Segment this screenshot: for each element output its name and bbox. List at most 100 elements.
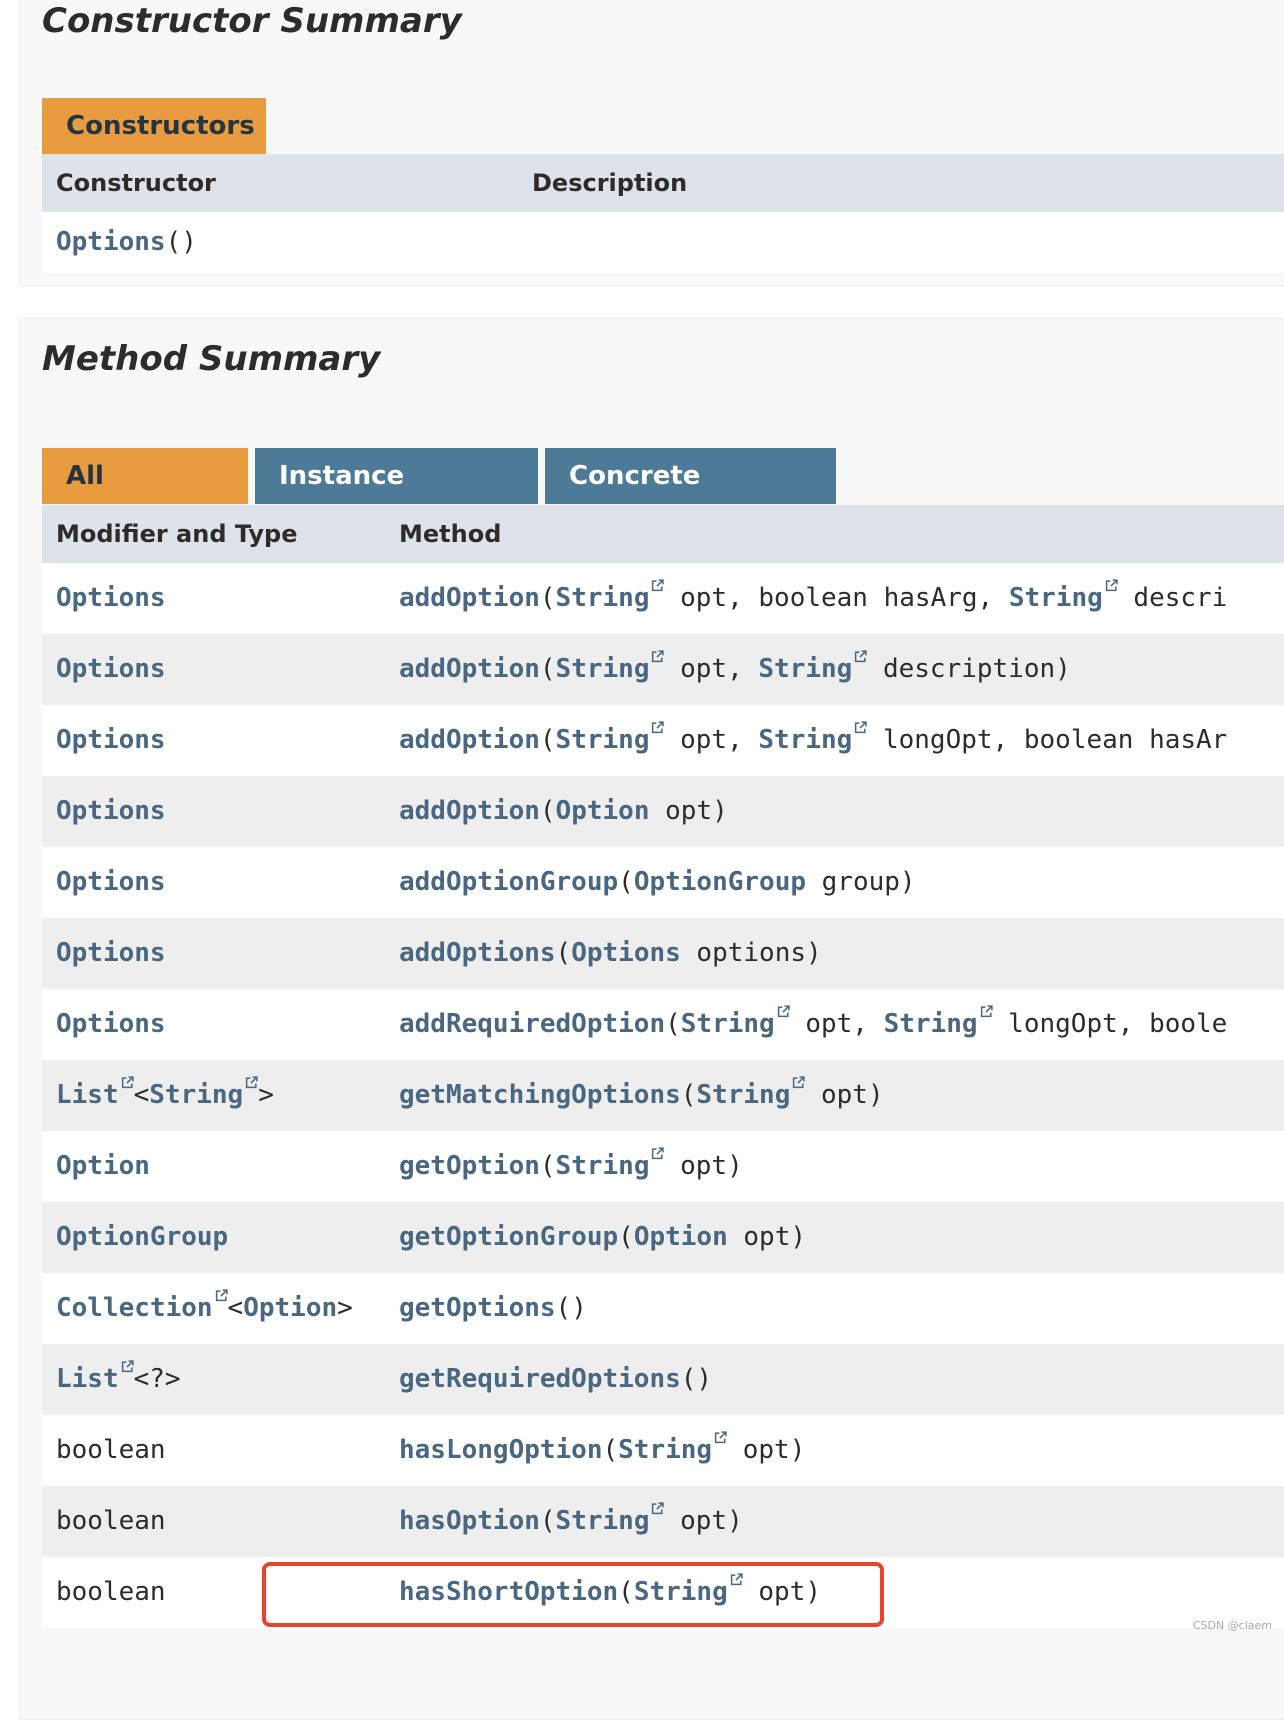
code-text: longOpt, boole bbox=[992, 1009, 1228, 1039]
modifier-type-cell: Options bbox=[56, 918, 166, 989]
link-options[interactable]: Options bbox=[56, 796, 166, 826]
link-string[interactable]: String bbox=[681, 1009, 775, 1039]
modifier-type-cell: Options bbox=[56, 847, 166, 918]
modifier-type-cell: Options bbox=[56, 989, 166, 1060]
code-text: > bbox=[337, 1293, 353, 1323]
link-getoptiongroup[interactable]: getOptionGroup bbox=[399, 1222, 618, 1252]
link-getoption[interactable]: getOption bbox=[399, 1151, 540, 1181]
code-text: description) bbox=[867, 654, 1071, 684]
table-row: Options addOptions(Options options) bbox=[42, 918, 1284, 989]
link-options[interactable]: Options bbox=[56, 725, 166, 755]
link-string[interactable]: String bbox=[556, 1506, 650, 1536]
link-addoption[interactable]: addOption bbox=[399, 583, 540, 613]
link-getrequiredoptions[interactable]: getRequiredOptions bbox=[399, 1364, 681, 1394]
link-options[interactable]: Options bbox=[56, 654, 166, 684]
link-list[interactable]: List bbox=[56, 1364, 119, 1394]
table-row: Options addOption(Option opt) bbox=[42, 776, 1284, 847]
link-string[interactable]: String bbox=[1009, 583, 1103, 613]
column-header-constructor: Constructor bbox=[56, 169, 216, 197]
link-string[interactable]: String bbox=[758, 725, 852, 755]
link-optiongroup[interactable]: OptionGroup bbox=[56, 1222, 228, 1252]
link-addoption[interactable]: addOption bbox=[399, 654, 540, 684]
column-header-method: Method bbox=[399, 520, 502, 548]
column-header-modifier-and-type: Modifier and Type bbox=[56, 520, 298, 548]
link-option[interactable]: Option bbox=[634, 1222, 728, 1252]
code-text: ( bbox=[618, 867, 634, 897]
external-link-icon bbox=[793, 1076, 806, 1089]
method-cell: addRequiredOption(String opt, String lon… bbox=[399, 989, 1227, 1060]
link-string[interactable]: String bbox=[884, 1009, 978, 1039]
method-cell: addOption(Option opt) bbox=[399, 776, 728, 847]
link-string[interactable]: String bbox=[556, 583, 650, 613]
link-addoption[interactable]: addOption bbox=[399, 796, 540, 826]
link-optiongroup[interactable]: OptionGroup bbox=[634, 867, 806, 897]
code-text: () bbox=[680, 1364, 713, 1394]
link-options[interactable]: Options bbox=[571, 938, 681, 968]
external-link-icon bbox=[652, 1147, 665, 1160]
external-link-icon bbox=[215, 1289, 228, 1302]
link-addoptions[interactable]: addOptions bbox=[399, 938, 556, 968]
table-row: boolean hasOption(String opt) bbox=[42, 1486, 1284, 1557]
link-options[interactable]: Options bbox=[56, 583, 166, 613]
constructor-cell: Options() bbox=[56, 212, 197, 273]
link-options[interactable]: Options bbox=[56, 227, 166, 257]
modifier-type-cell: List <?> bbox=[56, 1344, 181, 1415]
table-row: Options addRequiredOption(String opt, Str… bbox=[42, 989, 1284, 1060]
link-string[interactable]: String bbox=[696, 1080, 790, 1110]
code-text: opt) bbox=[649, 796, 728, 826]
link-string[interactable]: String bbox=[758, 654, 852, 684]
method-cell: getMatchingOptions(String opt) bbox=[399, 1060, 884, 1131]
link-option[interactable]: Option bbox=[56, 1151, 150, 1181]
external-link-icon bbox=[855, 721, 867, 734]
link-list[interactable]: List bbox=[56, 1080, 119, 1110]
column-header-description: Description bbox=[532, 169, 688, 197]
link-options[interactable]: Options bbox=[56, 938, 166, 968]
code-text: opt) bbox=[664, 1506, 743, 1536]
link-getmatchingoptions[interactable]: getMatchingOptions bbox=[399, 1080, 681, 1110]
method-cell: hasOption(String opt) bbox=[399, 1486, 743, 1557]
link-collection[interactable]: Collection bbox=[56, 1293, 213, 1323]
method-summary-title: Method Summary bbox=[42, 339, 381, 379]
link-haslongoption[interactable]: hasLongOption bbox=[399, 1435, 603, 1465]
code-text: () bbox=[165, 227, 197, 257]
method-summary-section: Method Summary All Methods Instance Meth… bbox=[19, 318, 1284, 1720]
link-hasoption[interactable]: hasOption bbox=[399, 1506, 540, 1536]
code-text: ( bbox=[539, 1506, 556, 1536]
link-getoptions[interactable]: getOptions bbox=[399, 1293, 556, 1323]
link-addoption[interactable]: addOption bbox=[399, 725, 540, 755]
table-row: boolean hasLongOption(String opt) bbox=[42, 1415, 1284, 1486]
highlight-box bbox=[262, 1562, 884, 1627]
method-table-header: Modifier and Type Method bbox=[42, 505, 1284, 563]
link-string[interactable]: String bbox=[149, 1080, 243, 1110]
tab-constructors[interactable]: Constructors bbox=[42, 98, 266, 154]
code-text: ( bbox=[665, 1009, 681, 1039]
tab-all-methods[interactable]: All Methods bbox=[42, 448, 248, 547]
link-addoptiongroup[interactable]: addOptionGroup bbox=[399, 867, 618, 897]
method-cell: getRequiredOptions() bbox=[399, 1344, 712, 1415]
link-string[interactable]: String bbox=[556, 725, 650, 755]
modifier-type-cell: boolean bbox=[56, 1415, 166, 1486]
code-text: () bbox=[555, 1293, 587, 1323]
method-cell: getOptions() bbox=[399, 1273, 587, 1344]
link-options[interactable]: Options bbox=[56, 867, 166, 897]
link-options[interactable]: Options bbox=[56, 1009, 166, 1039]
link-addrequiredoption[interactable]: addRequiredOption bbox=[399, 1009, 665, 1039]
code-text: descri bbox=[1117, 583, 1228, 613]
link-string[interactable]: String bbox=[556, 1151, 650, 1181]
modifier-type-cell: boolean bbox=[56, 1486, 166, 1557]
tab-concrete-methods[interactable]: Concrete Methods bbox=[545, 448, 836, 547]
link-string[interactable]: String bbox=[556, 654, 650, 684]
modifier-type-cell: Options bbox=[56, 776, 166, 847]
code-text: group) bbox=[806, 867, 916, 897]
link-option[interactable]: Option bbox=[243, 1293, 337, 1323]
method-cell: getOption(String opt) bbox=[399, 1131, 743, 1202]
code-text: ( bbox=[539, 1151, 556, 1181]
code-text: opt) bbox=[727, 1222, 807, 1252]
tab-instance-methods[interactable]: Instance Methods bbox=[255, 448, 538, 547]
code-text: < bbox=[227, 1293, 244, 1323]
link-option[interactable]: Option bbox=[556, 796, 650, 826]
code-text: ( bbox=[555, 938, 572, 968]
code-text: > bbox=[258, 1080, 274, 1110]
link-string[interactable]: String bbox=[618, 1435, 712, 1465]
code-text: boolean bbox=[56, 1506, 166, 1536]
